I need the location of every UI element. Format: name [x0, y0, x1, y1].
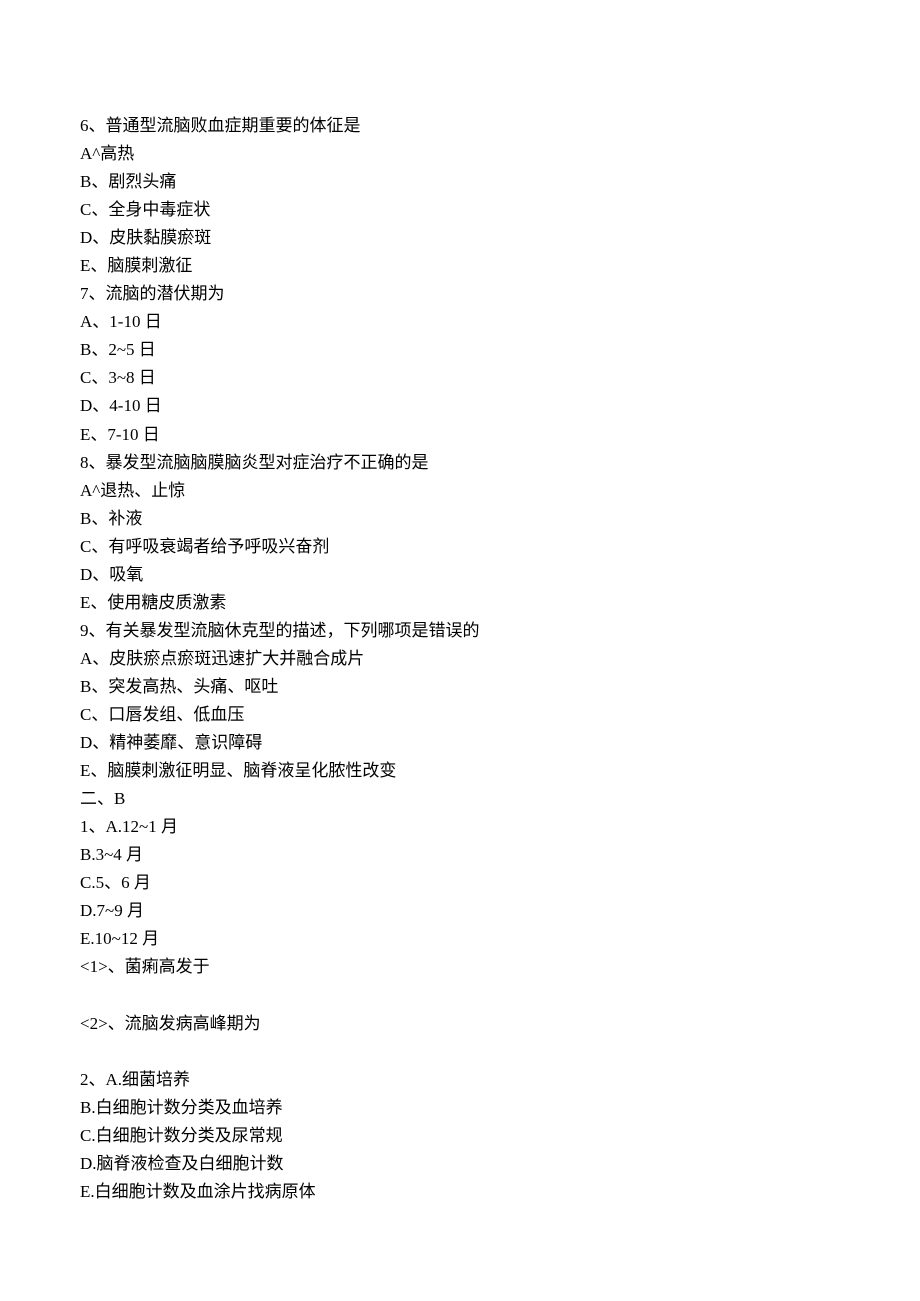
blank-line: [80, 1038, 840, 1066]
text-line: A、皮肤瘀点瘀斑迅速扩大并融合成片: [80, 645, 840, 673]
text-line: 8、暴发型流脑脑膜脑炎型对症治疗不正确的是: [80, 449, 840, 477]
text-line: E.10~12 月: [80, 925, 840, 953]
text-line: <2>、流脑发病高峰期为: [80, 1010, 840, 1038]
text-line: 2、A.细菌培养: [80, 1066, 840, 1094]
blank-line: [80, 981, 840, 1009]
document-page: 6、普通型流脑败血症期重要的体征是 A^高热 B、剧烈头痛 C、全身中毒症状 D…: [0, 0, 920, 1301]
text-line: B.白细胞计数分类及血培养: [80, 1094, 840, 1122]
text-line: C.5、6 月: [80, 869, 840, 897]
text-line: E、7-10 日: [80, 421, 840, 449]
text-line: 7、流脑的潜伏期为: [80, 280, 840, 308]
text-line: 1、A.12~1 月: [80, 813, 840, 841]
text-line: D、吸氧: [80, 561, 840, 589]
text-line: D、4-10 日: [80, 392, 840, 420]
text-line: C、口唇发组、低血压: [80, 701, 840, 729]
text-line: D.脑脊液检查及白细胞计数: [80, 1150, 840, 1178]
text-line: C.白细胞计数分类及尿常规: [80, 1122, 840, 1150]
text-line: C、全身中毒症状: [80, 196, 840, 224]
text-line: D.7~9 月: [80, 897, 840, 925]
text-line: C、3~8 日: [80, 364, 840, 392]
text-line: E、使用糖皮质激素: [80, 589, 840, 617]
text-line: 6、普通型流脑败血症期重要的体征是: [80, 112, 840, 140]
text-line: <1>、菌痢高发于: [80, 953, 840, 981]
text-line: B、补液: [80, 505, 840, 533]
text-line: B.3~4 月: [80, 841, 840, 869]
text-line: C、有呼吸衰竭者给予呼吸兴奋剂: [80, 533, 840, 561]
text-line: E、脑膜刺激征明显、脑脊液呈化脓性改变: [80, 757, 840, 785]
text-line: E.白细胞计数及血涂片找病原体: [80, 1178, 840, 1206]
text-line: D、皮肤黏膜瘀斑: [80, 224, 840, 252]
text-line: B、2~5 日: [80, 336, 840, 364]
text-line: D、精神萎靡、意识障碍: [80, 729, 840, 757]
text-line: B、剧烈头痛: [80, 168, 840, 196]
text-line: A^高热: [80, 140, 840, 168]
text-line: B、突发高热、头痛、呕吐: [80, 673, 840, 701]
text-line: A^退热、止惊: [80, 477, 840, 505]
text-line: 9、有关暴发型流脑休克型的描述，下列哪项是错误的: [80, 617, 840, 645]
text-line: 二、B: [80, 785, 840, 813]
text-line: E、脑膜刺激征: [80, 252, 840, 280]
text-line: A、1-10 日: [80, 308, 840, 336]
